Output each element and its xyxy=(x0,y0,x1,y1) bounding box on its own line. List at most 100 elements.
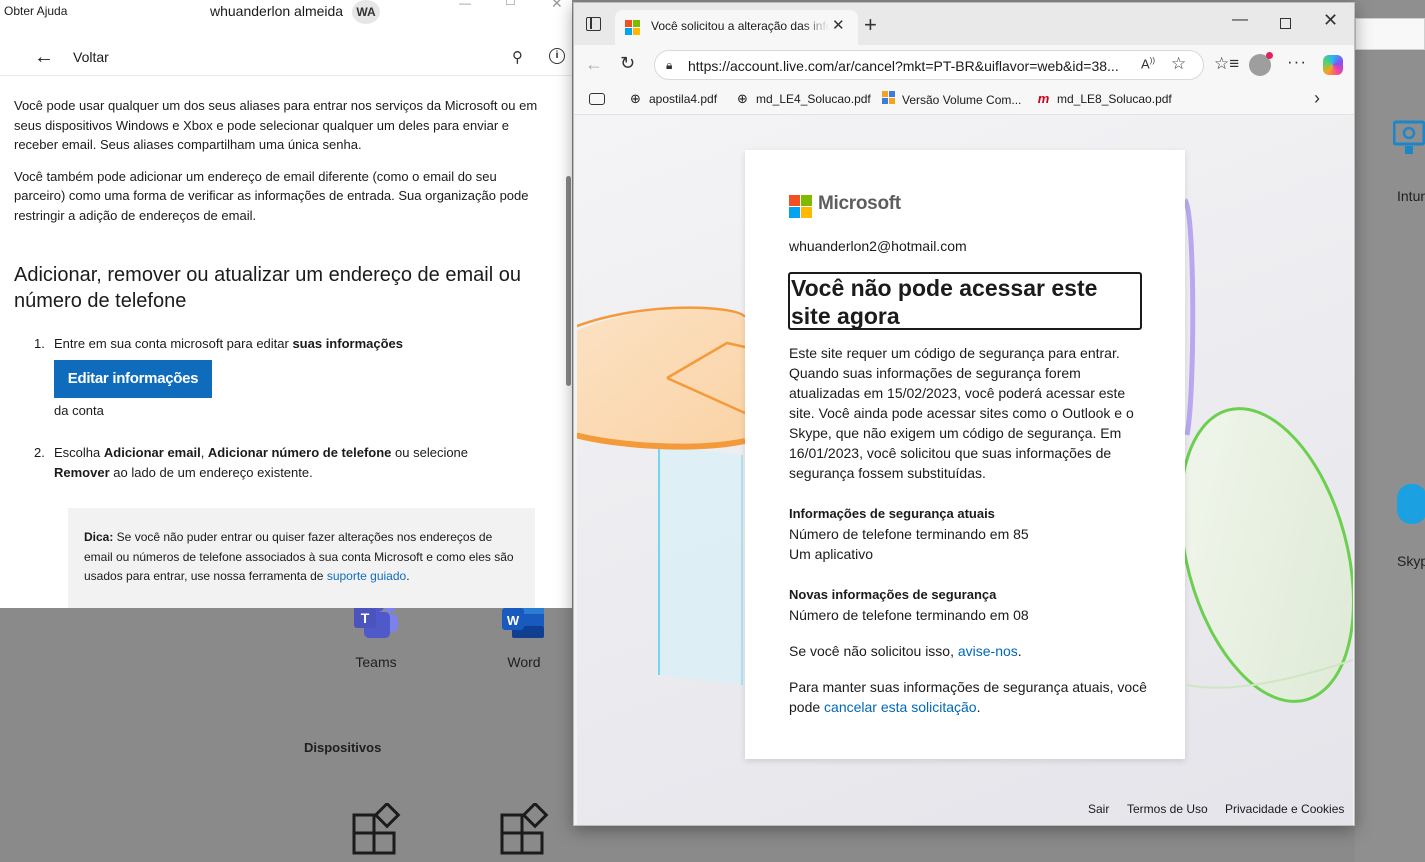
notify-us-link[interactable]: avise-nos xyxy=(958,643,1018,659)
copilot-icon[interactable] xyxy=(1323,55,1343,75)
step-2: 2. Escolha Adicionar email, Adicionar nú… xyxy=(0,443,490,482)
bookmark-item[interactable]: Versão Volume Com... xyxy=(881,91,1021,107)
web-page: Microsoft whuanderlon2@hotmail.com Você … xyxy=(577,115,1353,825)
step-bold-text: suas informações xyxy=(292,336,403,351)
notify-prefix: Se você não solicitou isso, xyxy=(789,643,958,659)
guided-support-link[interactable]: suporte guiado xyxy=(327,569,406,583)
skype-label: Skyp xyxy=(1397,553,1425,569)
svg-text:T: T xyxy=(361,610,370,626)
app-tile-word[interactable]: W Word xyxy=(479,600,569,670)
tip-label: Dica: xyxy=(84,530,114,544)
edit-info-button[interactable]: Editar informações xyxy=(54,359,212,398)
tab-bar: Você solicitou a alteração das informaçõ… xyxy=(574,3,1354,45)
globe-icon: ⊕ xyxy=(737,91,748,106)
terms-link[interactable]: Termos de Uso xyxy=(1127,802,1208,816)
minimize-icon[interactable]: — xyxy=(459,0,471,10)
cancel-request-link[interactable]: cancelar esta solicitação xyxy=(824,699,977,715)
help-heading: Adicionar, remover ou atualizar um ender… xyxy=(14,264,521,312)
notify-end: . xyxy=(1017,643,1022,659)
page-title: Você não pode acessar este site agora xyxy=(788,272,1142,330)
favorites-icon[interactable]: ☆≡ xyxy=(1214,54,1239,74)
new-tab-button[interactable]: + xyxy=(864,12,877,38)
minimize-icon[interactable]: — xyxy=(1232,11,1248,29)
body-text: Este site requer um código de segurança … xyxy=(789,345,1134,481)
profile-icon[interactable] xyxy=(1249,52,1273,76)
collections-icon[interactable] xyxy=(589,93,605,105)
bookmark-item[interactable]: ⊕ md_LE4_Solucao.pdf xyxy=(735,91,871,107)
step-bold-text: Adicionar email xyxy=(103,445,201,460)
back-arrow-icon[interactable]: ← xyxy=(585,54,603,75)
avatar[interactable]: WA xyxy=(352,0,380,24)
tab-actions-icon[interactable] xyxy=(586,17,601,31)
account-email: whuanderlon2@hotmail.com xyxy=(789,238,967,254)
step-text: Escolha xyxy=(54,445,104,460)
bookmark-item[interactable]: ⊕ apostila4.pdf xyxy=(628,91,717,107)
signout-link[interactable]: Sair xyxy=(1088,802,1109,816)
help-app-name: Obter Ajuda xyxy=(4,4,68,18)
step-number: 1. xyxy=(34,336,45,351)
word-label: Word xyxy=(507,654,541,670)
help-nav-bar: ← Voltar ⚲ i xyxy=(0,40,572,76)
teams-label: Teams xyxy=(355,654,397,670)
bookmark-item[interactable]: m md_LE8_Solucao.pdf xyxy=(1036,91,1172,106)
close-icon[interactable]: ✕ xyxy=(1323,10,1338,31)
card-body: Este site requer um código de segurança … xyxy=(789,343,1149,737)
current-info-item: Um aplicativo xyxy=(789,546,874,562)
keep-text: Para manter suas informações de seguranç… xyxy=(789,677,1149,717)
tip-end: . xyxy=(406,569,410,583)
app-tile-teams[interactable]: T Teams xyxy=(331,600,421,670)
step-after-text: da conta xyxy=(54,402,104,418)
privacy-link[interactable]: Privacidade e Cookies xyxy=(1225,802,1344,816)
keep-end: . xyxy=(976,699,981,715)
step-1: 1. Entre em sua conta microsoft para edi… xyxy=(0,334,544,420)
tab-title: Você solicitou a alteração das informaçõ… xyxy=(651,19,829,33)
intune-label: Intun xyxy=(1397,188,1425,204)
intune-icon[interactable] xyxy=(1392,120,1425,165)
url-text[interactable]: https://account.live.com/ar/cancel?mkt=P… xyxy=(688,58,1128,74)
microsoft-logo: Microsoft xyxy=(789,193,901,218)
refresh-icon[interactable]: ↻ xyxy=(620,53,635,74)
maximize-icon[interactable] xyxy=(1280,18,1291,29)
back-arrow-icon[interactable]: ← xyxy=(34,46,54,69)
maximize-icon[interactable]: ☐ xyxy=(505,0,516,8)
share-icon[interactable]: ⚲ xyxy=(512,48,523,66)
help-article: Você pode usar qualquer um dos seus alia… xyxy=(14,96,544,482)
favorite-star-icon[interactable]: ☆ xyxy=(1171,54,1186,74)
tab-close-icon[interactable]: ✕ xyxy=(832,16,845,34)
help-scrollbar[interactable] xyxy=(566,176,571,386)
bookmark-label: Versão Volume Com... xyxy=(902,93,1022,107)
bookmark-label: md_LE4_Solucao.pdf xyxy=(756,92,871,106)
tip-box: Dica: Se você não puder entrar ou quiser… xyxy=(68,508,535,608)
devices-section-label: Dispositivos xyxy=(304,740,382,755)
new-info-label: Novas informações de segurança xyxy=(789,587,997,602)
step-text: Entre em sua conta microsoft para editar xyxy=(54,336,293,351)
more-options-icon[interactable]: ··· xyxy=(1287,52,1307,72)
read-aloud-icon[interactable]: A)) xyxy=(1141,56,1155,71)
info-icon[interactable]: i xyxy=(549,48,565,64)
m-icon: m xyxy=(1037,91,1050,106)
new-security-info: Novas informações de segurança Número de… xyxy=(789,584,1149,625)
lock-icon[interactable]: 🔒︎ xyxy=(666,58,672,73)
address-bar-row: ← ↻ 🔒︎ https://account.live.com/ar/cance… xyxy=(574,45,1354,85)
tab-active[interactable]: Você solicitou a alteração das informaçõ… xyxy=(615,10,858,45)
step-bold-text: Remover xyxy=(54,464,110,480)
bookmark-label: md_LE8_Solucao.pdf xyxy=(1057,92,1172,106)
device-tile-icon[interactable] xyxy=(352,801,402,860)
new-info-item: Número de telefone terminando em 08 xyxy=(789,607,1029,623)
background-search-box[interactable] xyxy=(1355,18,1425,50)
help-user-name: whuanderlon almeida xyxy=(210,3,344,19)
close-icon[interactable]: ✕ xyxy=(551,0,563,12)
tip-text: Se você não puder entrar ou quiser fazer… xyxy=(84,530,514,583)
notify-text: Se você não solicitou isso, avise-nos. xyxy=(789,641,1149,661)
back-button[interactable]: Voltar xyxy=(73,49,109,65)
svg-text:W: W xyxy=(507,613,520,628)
chevron-right-icon[interactable]: › xyxy=(1314,88,1320,109)
skype-icon[interactable] xyxy=(1397,484,1425,524)
url-input[interactable]: 🔒︎ https://account.live.com/ar/cancel?mk… xyxy=(654,50,1204,80)
help-paragraph: Você também pode adicionar um endereço d… xyxy=(14,168,529,223)
device-tile-icon[interactable] xyxy=(500,801,550,860)
current-info-item: Número de telefone terminando em 85 xyxy=(789,526,1029,542)
step-text: ou selecione xyxy=(391,445,469,460)
microsoft-logo-icon xyxy=(789,195,812,218)
step-bold-text: Adicionar número de telefone xyxy=(207,445,392,460)
